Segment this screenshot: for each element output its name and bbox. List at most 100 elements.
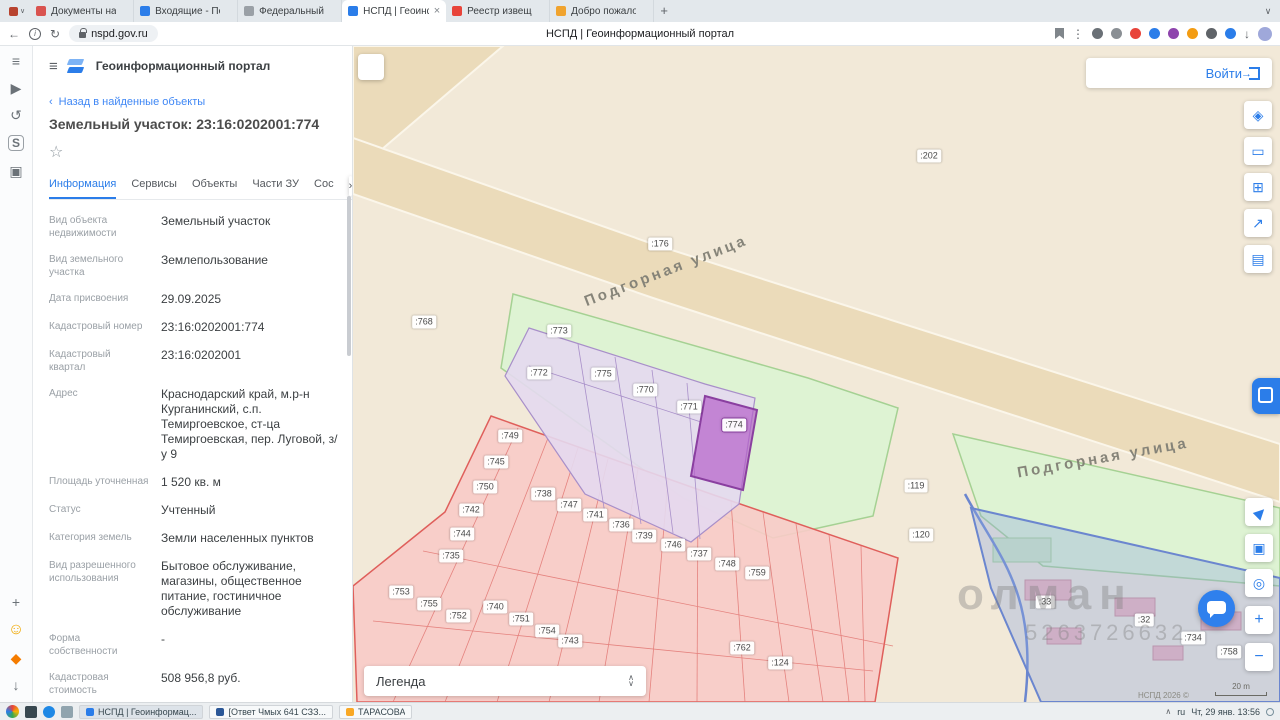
add-panel-icon[interactable]: + <box>12 595 20 609</box>
back-link[interactable]: ‹ Назад в найденные объекты <box>49 96 352 108</box>
download-panel-icon[interactable]: ↓ <box>13 678 20 692</box>
parcel-label[interactable]: :768 <box>412 315 436 329</box>
parcel-label[interactable]: :176 <box>648 237 672 251</box>
coordinates-button[interactable]: ◎ <box>1245 569 1273 597</box>
panel-tab[interactable]: Части ЗУ <box>252 172 299 199</box>
print-button[interactable]: ▤ <box>1244 245 1272 273</box>
browser-tab[interactable]: Федеральный закон от 2 × <box>238 0 343 22</box>
extension-icon[interactable] <box>1187 28 1198 39</box>
legend-bar[interactable]: Легенда ∧ ∨ <box>364 666 646 696</box>
parcel-label[interactable]: :738 <box>531 487 555 501</box>
browser-tab[interactable]: Документы на исполнени × <box>30 0 135 22</box>
notification-icon[interactable] <box>1266 707 1274 716</box>
parcel-label[interactable]: :770 <box>633 383 657 397</box>
browser-app-icon[interactable] <box>43 705 55 718</box>
parcel-label[interactable]: :746 <box>661 538 685 552</box>
parcel-label[interactable]: :774 <box>722 418 746 432</box>
browser-tab[interactable]: Входящие - Почта Mail × <box>134 0 239 22</box>
taskbar-window-button[interactable]: НСПД | Геоинформац... <box>79 704 204 719</box>
back-icon[interactable]: ← <box>8 28 20 40</box>
parcel-label[interactable]: :737 <box>687 547 711 561</box>
browser-tab[interactable]: Добро пожаловать - Кур × <box>550 0 655 22</box>
tabs-scroll-button[interactable]: › <box>348 175 352 196</box>
terminal-app-icon[interactable] <box>25 705 37 718</box>
screenshot-icon[interactable]: ▣ <box>9 164 22 178</box>
parcel-label[interactable]: :752 <box>446 609 470 623</box>
collapse-panel-button[interactable] <box>358 54 384 80</box>
parcel-label[interactable]: :747 <box>557 498 581 512</box>
tray-expand-icon[interactable]: ∧ <box>1165 707 1171 716</box>
favorite-star-icon[interactable]: ☆ <box>49 142 67 162</box>
new-tab-button[interactable]: + <box>654 0 674 22</box>
parcel-label[interactable]: :742 <box>459 503 483 517</box>
profile-avatar[interactable] <box>1258 26 1272 41</box>
tab-search-button[interactable]: ∨ <box>1256 0 1280 22</box>
fullscreen-button[interactable]: ▣ <box>1245 534 1273 562</box>
parcel-label[interactable]: :771 <box>677 400 701 414</box>
area-measure-button[interactable]: ⊞ <box>1244 173 1272 201</box>
bookmark-icon[interactable] <box>1055 28 1064 39</box>
downloads-icon[interactable]: ↓ <box>1244 28 1250 40</box>
zoom-in-button[interactable]: + <box>1245 606 1273 634</box>
sidebar-menu-icon[interactable]: ≡ <box>12 54 20 68</box>
parcel-label[interactable]: :734 <box>1181 631 1205 645</box>
taskbar-window-button[interactable]: ТАРАСОВА <box>339 704 413 719</box>
panel-tab[interactable]: Сос <box>314 172 334 199</box>
browser-tab[interactable]: НСПД | Геоинформац × <box>342 0 447 22</box>
parcel-label[interactable]: :759 <box>745 566 769 580</box>
parcel-label[interactable]: :751 <box>509 612 533 626</box>
site-info-icon[interactable]: i <box>29 27 41 40</box>
parcel-label[interactable]: :762 <box>730 641 754 655</box>
extension-icon[interactable] <box>1225 28 1236 39</box>
parcel-label[interactable]: :755 <box>417 597 441 611</box>
panel-tab[interactable]: Информация <box>49 172 117 199</box>
parcel-label[interactable]: :754 <box>535 624 559 638</box>
language-indicator[interactable]: ru <box>1177 707 1185 717</box>
parcel-label[interactable]: :743 <box>558 634 582 648</box>
history-icon[interactable]: ↺ <box>10 108 22 122</box>
services-icon[interactable]: S <box>8 135 24 151</box>
tab-list-button[interactable]: ∨ <box>4 0 30 22</box>
parcel-label[interactable]: :744 <box>450 527 474 541</box>
menu-icon[interactable]: ≡ <box>49 58 58 75</box>
parcel-label[interactable]: :32 <box>1134 613 1154 627</box>
extension-icon[interactable] <box>1111 28 1122 39</box>
parcel-label[interactable]: :124 <box>768 656 792 670</box>
video-icon[interactable]: ▶ <box>11 81 22 95</box>
docked-widget-button[interactable] <box>1252 378 1280 414</box>
extension-icon[interactable] <box>1168 28 1179 39</box>
parcel-label[interactable]: :202 <box>917 149 941 163</box>
zoom-out-button[interactable]: − <box>1245 643 1273 671</box>
parcel-label[interactable]: :773 <box>547 324 571 338</box>
panel-tab[interactable]: Сервисы <box>131 172 177 199</box>
parcel-label[interactable]: :772 <box>527 366 551 380</box>
parcel-label[interactable]: :753 <box>389 585 413 599</box>
files-app-icon[interactable] <box>61 705 73 718</box>
parcel-label[interactable]: :735 <box>439 549 463 563</box>
parcel-label[interactable]: :736 <box>609 518 633 532</box>
map-area[interactable]: Подгорная улица Подгорная улица :202 :17… <box>353 46 1280 702</box>
share-button[interactable]: ↗ <box>1244 209 1272 237</box>
panel-scrollbar[interactable] <box>347 196 351 356</box>
extension-icon[interactable] <box>1206 28 1217 39</box>
parcel-label[interactable]: :741 <box>583 508 607 522</box>
parcel-label[interactable]: :775 <box>591 367 615 381</box>
taskbar-window-button[interactable]: [Ответ Чмых 641 СЗЗ... <box>209 704 334 719</box>
parcel-label[interactable]: :740 <box>483 600 507 614</box>
parcel-label[interactable]: :749 <box>498 429 522 443</box>
start-button[interactable] <box>6 705 19 718</box>
parcel-label[interactable]: :758 <box>1217 645 1241 659</box>
parcel-label[interactable]: :739 <box>632 529 656 543</box>
parcel-label[interactable]: :120 <box>909 528 933 542</box>
apps-icon[interactable]: ◆ <box>11 651 22 665</box>
panel-tab[interactable]: Объекты <box>192 172 237 199</box>
chat-button[interactable] <box>1198 590 1235 627</box>
url-field[interactable]: nspd.gov.ru <box>69 25 158 42</box>
extension-icon[interactable] <box>1149 28 1160 39</box>
parcel-label[interactable]: :119 <box>904 479 928 493</box>
locate-button[interactable]: ▶ <box>1245 498 1273 526</box>
reload-icon[interactable]: ↻ <box>50 28 60 40</box>
ruler-button[interactable]: ▭ <box>1244 137 1272 165</box>
extension-icon[interactable] <box>1092 28 1103 39</box>
extension-icon[interactable] <box>1130 28 1141 39</box>
